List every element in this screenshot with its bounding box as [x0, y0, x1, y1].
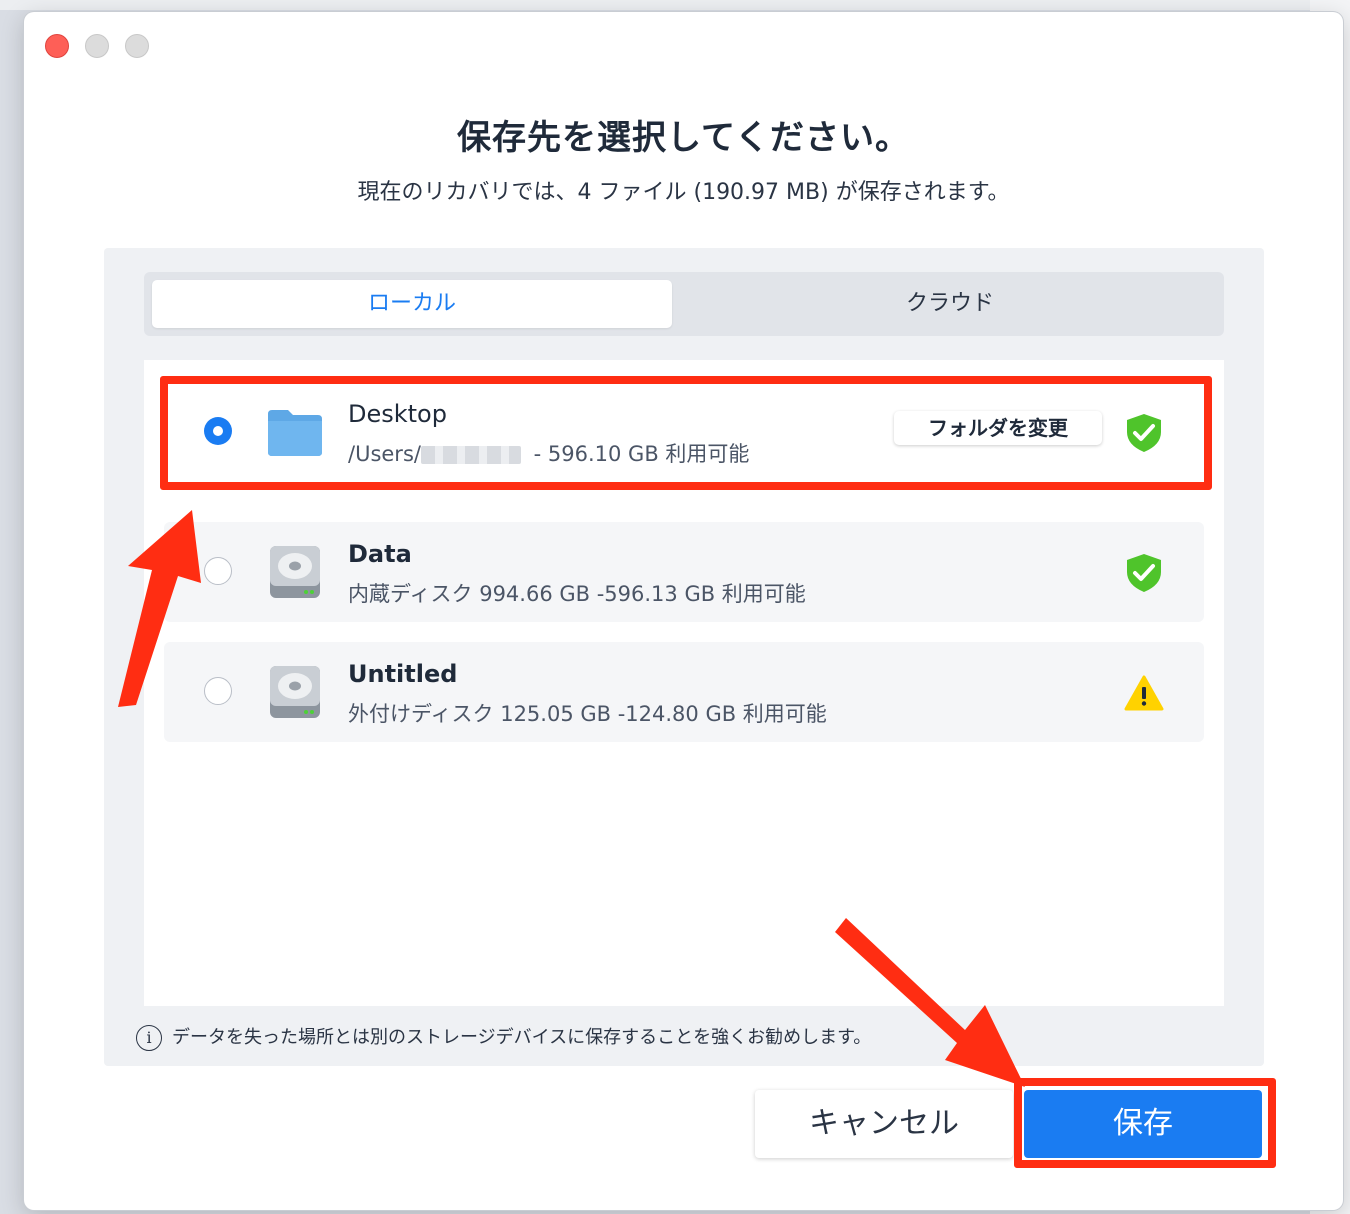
- shield-check-icon: [1127, 554, 1161, 592]
- radio-untitled[interactable]: [204, 677, 232, 705]
- dialog-subtitle: 現在のリカバリでは、4 ファイル (190.97 MB) が保存されます。: [357, 180, 1010, 205]
- minimize-window-button[interactable]: [85, 34, 109, 58]
- tab-bar: ローカル クラウド: [144, 272, 1224, 336]
- zoom-window-button[interactable]: [125, 34, 149, 58]
- warning-icon: [1124, 675, 1164, 711]
- destination-detail: 内蔵ディスク 994.66 GB -596.13 GB 利用可能: [348, 582, 806, 606]
- destination-name: Data: [348, 540, 412, 568]
- annotation-highlight-desktop: [160, 376, 1212, 490]
- close-window-button[interactable]: [45, 34, 69, 58]
- tab-cloud[interactable]: クラウド: [684, 280, 1216, 328]
- destination-row-data[interactable]: Data 内蔵ディスク 994.66 GB -596.13 GB 利用可能: [164, 522, 1204, 622]
- hard-drive-icon: [270, 546, 320, 598]
- destination-name: Untitled: [348, 660, 458, 688]
- hard-drive-icon: [270, 666, 320, 718]
- background-window-edge: [0, 0, 1350, 10]
- destination-detail: 外付けディスク 125.05 GB -124.80 GB 利用可能: [348, 702, 827, 726]
- destination-row-untitled[interactable]: Untitled 外付けディスク 125.05 GB -124.80 GB 利用…: [164, 642, 1204, 742]
- recommendation-note: i データを失った場所とは別のストレージデバイスに保存することを強くお勧めします。: [136, 1022, 871, 1054]
- note-text: データを失った場所とは別のストレージデバイスに保存することを強くお勧めします。: [172, 1027, 872, 1048]
- tab-local[interactable]: ローカル: [152, 280, 672, 328]
- recovery-save-dialog: 保存先を選択してください。 現在のリカバリでは、4 ファイル (190.97 M…: [24, 12, 1343, 1210]
- destination-panel: ローカル クラウド Desktop /Users/ - 596.10 GB 利用…: [104, 248, 1264, 1066]
- dialog-title: 保存先を選択してください。: [457, 118, 910, 158]
- radio-data[interactable]: [204, 557, 232, 585]
- cancel-button[interactable]: キャンセル: [755, 1090, 1013, 1158]
- info-icon: i: [136, 1025, 162, 1051]
- annotation-highlight-save: [1014, 1078, 1276, 1168]
